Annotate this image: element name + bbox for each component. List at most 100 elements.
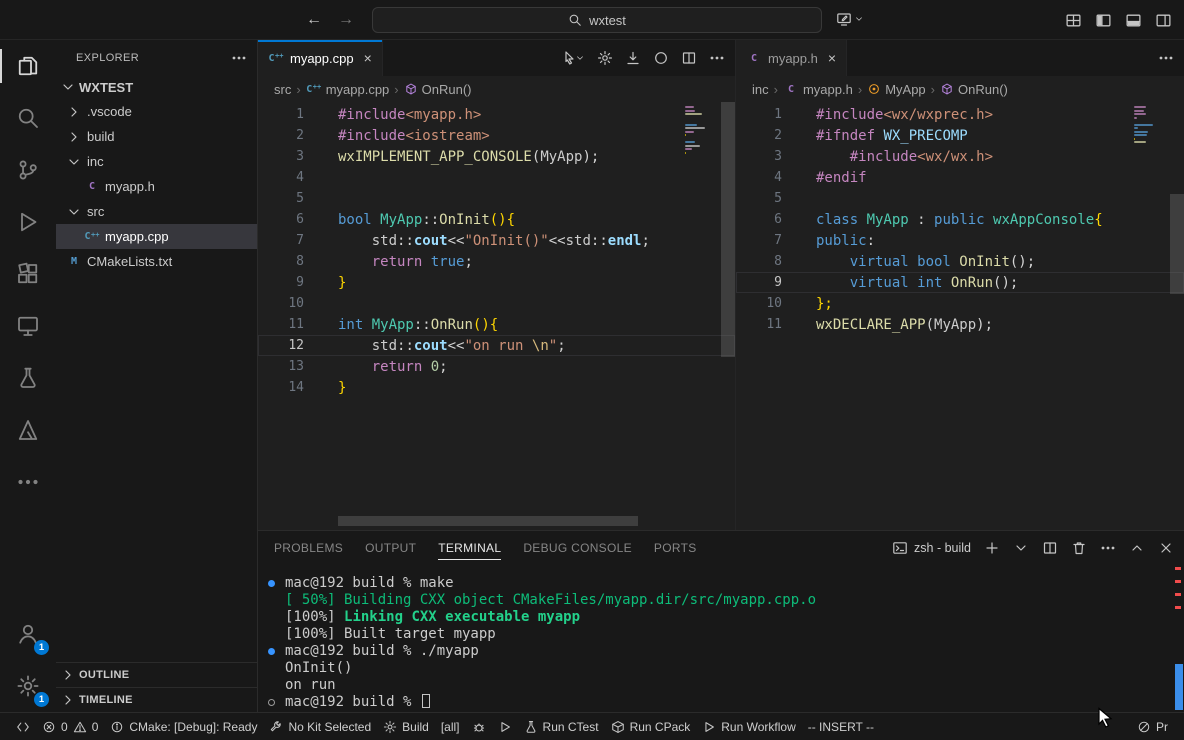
toggle-primary-sidebar-button[interactable] — [1095, 12, 1112, 29]
tree-item-label: CMakeLists.txt — [87, 254, 172, 269]
titlebar-action-menu[interactable] — [836, 11, 864, 27]
panel-action-maximize[interactable] — [1129, 540, 1145, 556]
section-timeline[interactable]: TIMELINE — [56, 687, 257, 712]
ellipsis-icon — [709, 50, 725, 66]
panel-action-plus[interactable] — [984, 540, 1000, 556]
line-text: }; — [816, 296, 833, 312]
cpp-file-icon: C++ — [306, 84, 322, 95]
customize-layout-button[interactable] — [1065, 12, 1082, 29]
status-cmake-kit[interactable]: No Kit Selected — [263, 716, 377, 738]
command-center-search[interactable]: wxtest — [372, 7, 822, 33]
tab-myapp-h[interactable]: Cmyapp.h× — [736, 40, 847, 76]
source-control-icon — [16, 158, 40, 182]
activity-cmake[interactable] — [0, 404, 56, 456]
breadcrumb-src[interactable]: src — [274, 82, 291, 97]
status-cmake-target[interactable]: [all] — [435, 716, 466, 738]
line-number: 10 — [258, 296, 304, 311]
panel-action-trash[interactable] — [1071, 540, 1087, 556]
line-text: wxIMPLEMENT_APP_CONSOLE(MyApp); — [338, 149, 599, 165]
status-cmake-debug[interactable] — [466, 716, 492, 738]
breadcrumb-inc[interactable]: inc — [752, 82, 769, 97]
action-circle-large[interactable] — [653, 50, 669, 66]
tree-item-label: inc — [87, 154, 104, 169]
status-vim-mode[interactable]: -- INSERT -- — [802, 716, 880, 738]
section-outline[interactable]: OUTLINE — [56, 662, 257, 687]
breadcrumb-MyApp[interactable]: MyApp — [867, 82, 925, 97]
breadcrumb-OnRun[interactable]: OnRun() — [940, 82, 1008, 97]
panel-tab-problems[interactable]: PROBLEMS — [274, 531, 343, 565]
forward-button[interactable]: → — [338, 11, 354, 29]
terminal-instance[interactable]: zsh - build — [892, 540, 971, 556]
accounts-button[interactable]: 1 — [0, 608, 56, 660]
status-cmake-build[interactable]: Build — [377, 716, 435, 738]
panel-tab-terminal[interactable]: TERMINAL — [438, 531, 501, 565]
activity-extensions[interactable] — [0, 248, 56, 300]
prompt-decoration[interactable] — [268, 699, 275, 706]
activity-search[interactable] — [0, 92, 56, 144]
status-cmake-status[interactable]: CMake: [Debug]: Ready — [104, 716, 263, 738]
status-prettier[interactable]: Pr — [1131, 716, 1174, 738]
tree-root-wxtest[interactable]: WXTEST — [56, 75, 257, 99]
action-gear[interactable] — [597, 50, 613, 66]
scrollbar-vertical[interactable] — [1170, 194, 1184, 294]
status-cpack[interactable]: Run CPack — [605, 716, 697, 738]
breadcrumb-myapph[interactable]: Cmyapp.h — [783, 82, 853, 97]
sidebar-header: EXPLORER — [56, 40, 257, 75]
sidebar-more-actions[interactable] — [231, 50, 247, 66]
folder-inc[interactable]: inc — [56, 149, 257, 174]
status-problems[interactable]: 00 — [36, 716, 104, 738]
line-number: 6 — [258, 212, 304, 227]
folder-build[interactable]: build — [56, 124, 257, 149]
files-icon — [16, 54, 40, 78]
close-icon[interactable]: × — [364, 50, 372, 66]
panel-action-split-editor[interactable] — [1042, 540, 1058, 556]
breadcrumb-OnRun[interactable]: OnRun() — [404, 82, 472, 97]
panel-tab-ports[interactable]: PORTS — [654, 531, 697, 565]
code-editor[interactable]: 1#include<wx/wxprec.h>2#ifndef WX_PRECOM… — [736, 102, 1184, 530]
action-ellipsis[interactable] — [709, 50, 725, 66]
breadcrumb-myappcpp[interactable]: C++myapp.cpp — [306, 82, 390, 97]
tab-myapp-cpp[interactable]: C++myapp.cpp× — [258, 40, 383, 76]
back-button[interactable]: ← — [306, 11, 322, 29]
breadcrumb-separator: › — [296, 82, 300, 97]
panel-action-ellipsis[interactable] — [1100, 540, 1116, 556]
activity-more-views[interactable] — [0, 456, 56, 508]
toggle-secondary-sidebar-button[interactable] — [1155, 12, 1172, 29]
activity-run-and-debug[interactable] — [0, 196, 56, 248]
activity-remote-explorer[interactable] — [0, 300, 56, 352]
action-ellipsis[interactable] — [1158, 50, 1174, 66]
close-icon[interactable]: × — [828, 50, 836, 66]
status-workflow[interactable]: Run Workflow — [696, 716, 801, 738]
tree-item-label: build — [87, 129, 114, 144]
status-ctest[interactable]: Run CTest — [518, 716, 605, 738]
status-cmake-launch[interactable] — [492, 716, 518, 738]
settings-button[interactable]: 1 — [0, 660, 56, 712]
file-myapp-h[interactable]: Cmyapp.h — [56, 174, 257, 199]
terminal[interactable]: mac@192 build % make[ 50%] Building CXX … — [258, 565, 1184, 712]
status-remote-indicator[interactable] — [10, 716, 36, 738]
panel-action-chevron-down[interactable] — [1013, 540, 1029, 556]
folder--vscode[interactable]: .vscode — [56, 99, 257, 124]
panel-action-close[interactable] — [1158, 540, 1174, 556]
command-decoration[interactable] — [268, 580, 275, 587]
folder-src[interactable]: src — [56, 199, 257, 224]
action-pointer-run[interactable] — [561, 50, 585, 66]
action-split-editor[interactable] — [681, 50, 697, 66]
command-decoration[interactable] — [268, 648, 275, 655]
scrollbar-horizontal[interactable] — [338, 516, 638, 526]
activity-source-control[interactable] — [0, 144, 56, 196]
code-editor[interactable]: 1#include<myapp.h>2#include<iostream>3wx… — [258, 102, 735, 530]
file-myapp-cpp[interactable]: C++myapp.cpp — [56, 224, 257, 249]
panel-tab-output[interactable]: OUTPUT — [365, 531, 416, 565]
panel-tab-debug-console[interactable]: DEBUG CONSOLE — [523, 531, 632, 565]
scrollbar-vertical[interactable] — [721, 102, 735, 357]
file-CMakeLists-txt[interactable]: MCMakeLists.txt — [56, 249, 257, 274]
terminal-scrollbar[interactable] — [1172, 565, 1184, 712]
activity-explorer[interactable] — [0, 40, 56, 92]
code-line: 13 return 0; — [258, 356, 735, 377]
activity-testing[interactable] — [0, 352, 56, 404]
line-text: virtual bool OnInit(); — [816, 254, 1035, 270]
action-install[interactable] — [625, 50, 641, 66]
breadcrumb-separator: › — [858, 82, 862, 97]
toggle-panel-button[interactable] — [1125, 12, 1142, 29]
